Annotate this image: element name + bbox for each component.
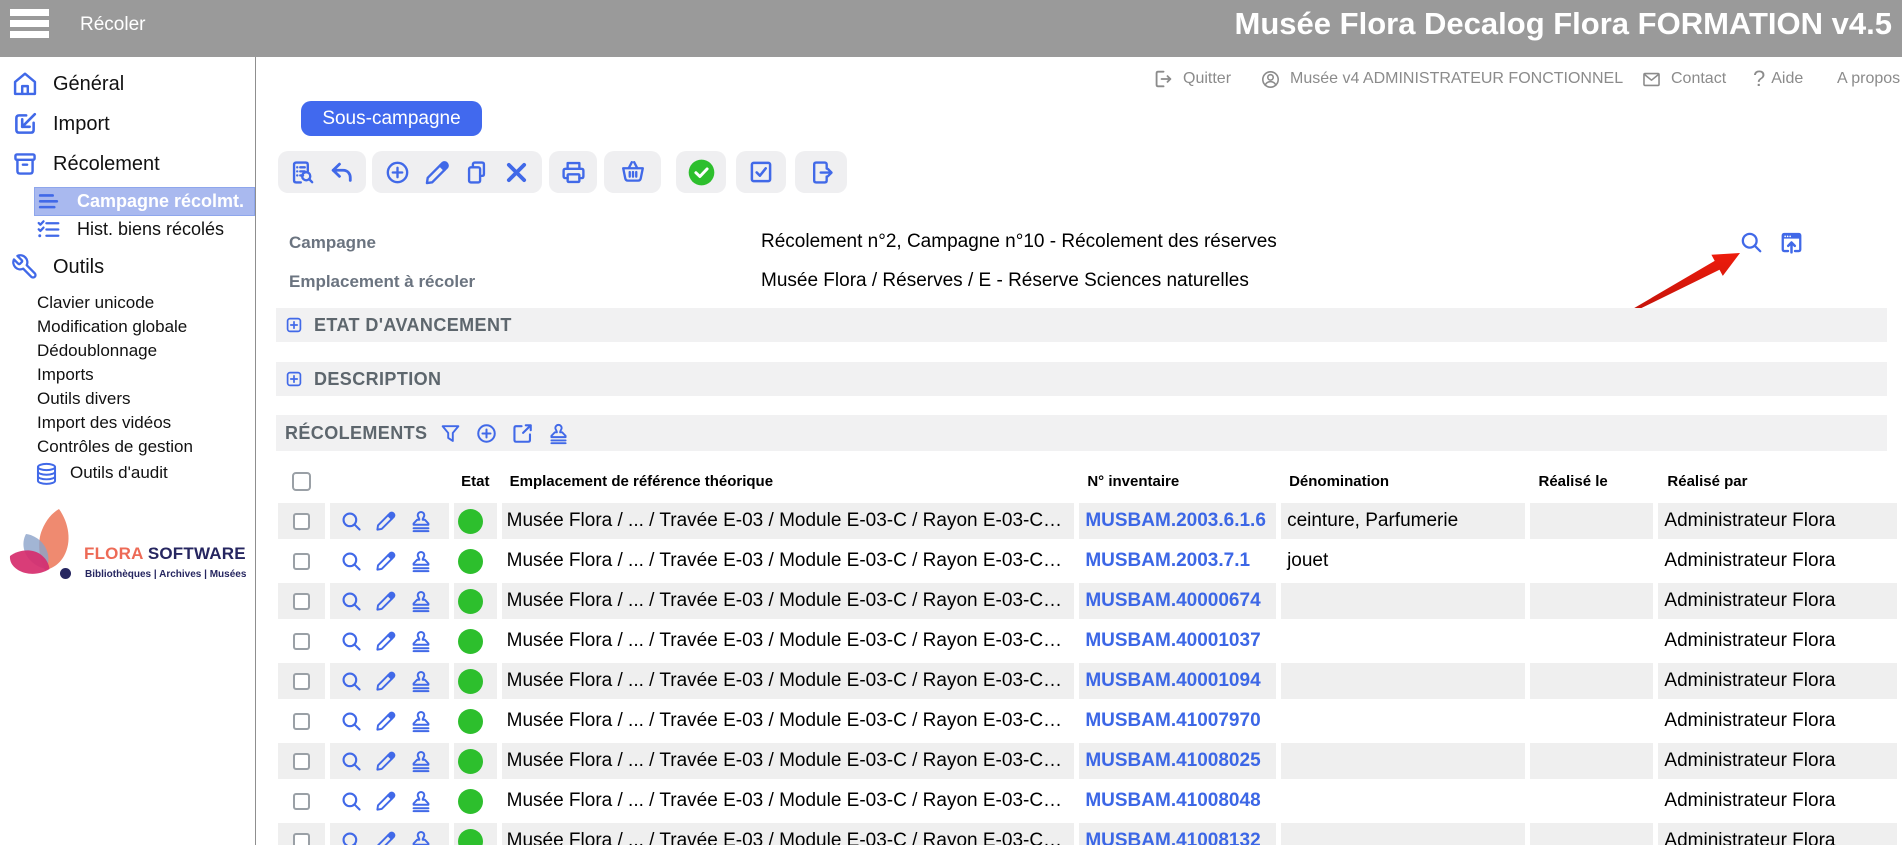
- svg-text:FLORA SOFTWARE: FLORA SOFTWARE: [84, 544, 246, 563]
- svg-text:Bibliothèques | Archives | Mus: Bibliothèques | Archives | Musées: [85, 569, 247, 580]
